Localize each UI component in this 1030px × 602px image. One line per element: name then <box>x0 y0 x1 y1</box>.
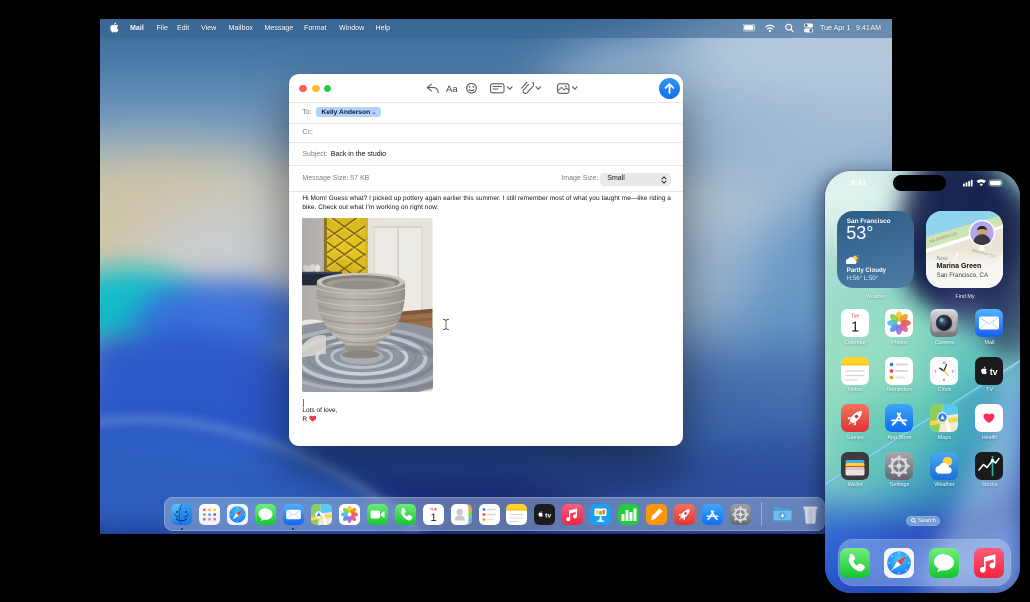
svg-text:12: 12 <box>943 360 947 364</box>
svg-text:3: 3 <box>952 369 954 373</box>
svg-text:tv: tv <box>990 367 998 377</box>
svg-text:1: 1 <box>430 512 436 524</box>
svg-text:9: 9 <box>935 369 937 373</box>
svg-text:tv: tv <box>545 513 551 520</box>
svg-text:Aa: Aa <box>446 84 458 95</box>
svg-text:6: 6 <box>944 378 946 382</box>
svg-text:1: 1 <box>851 320 859 336</box>
